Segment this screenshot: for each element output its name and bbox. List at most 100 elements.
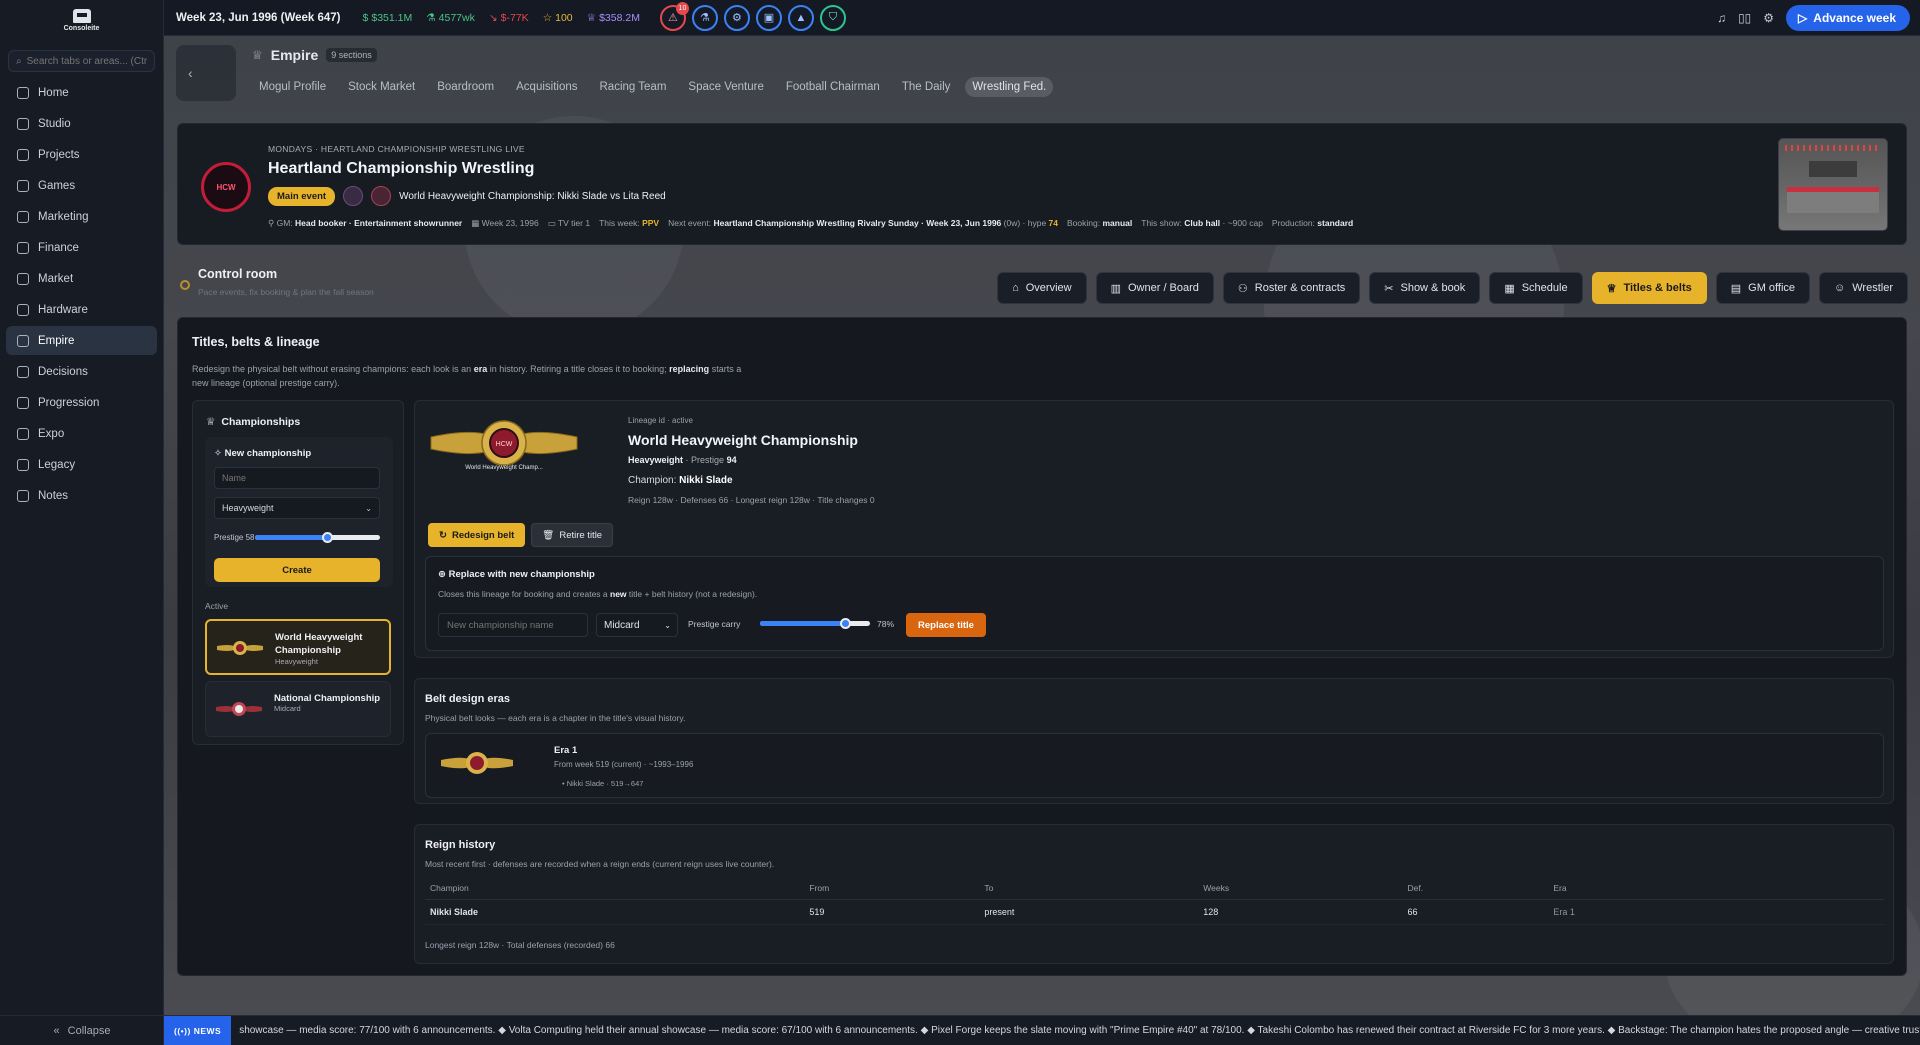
- federation-name: Heartland Championship Wrestling: [268, 160, 535, 177]
- triangle-icon: ▲: [795, 11, 807, 24]
- redesign-belt-button[interactable]: ↻ Redesign belt: [428, 523, 526, 547]
- lineage-id: Lineage id · active: [628, 416, 693, 425]
- control-tab-show-book[interactable]: ✂ Show & book: [1369, 272, 1481, 304]
- tab-the-daily[interactable]: The Daily: [895, 77, 958, 97]
- bank-icon: [17, 241, 29, 254]
- era-card[interactable]: Era 1 From week 519 (current) · ~1993–19…: [425, 733, 1884, 798]
- control-tab-wrestler[interactable]: ☺ Wrestler: [1819, 272, 1908, 304]
- control-tab-overview[interactable]: ⌂ Overview: [997, 272, 1087, 304]
- replace-desc-new: new: [610, 589, 627, 599]
- sidebar-item-studio[interactable]: Studio: [6, 109, 157, 138]
- replace-desc-part: title + belt history (not a redesign).: [628, 589, 758, 599]
- desc-replacing: replacing: [669, 364, 710, 374]
- control-tab-label: Roster & contracts: [1254, 282, 1346, 294]
- sidebar-item-legacy[interactable]: Legacy: [6, 450, 157, 479]
- replace-heading-label: Replace with new championship: [448, 569, 595, 580]
- division-select[interactable]: Heavyweight ⌄: [214, 497, 380, 519]
- arena-lights: [1785, 145, 1881, 151]
- new-championship-name-input[interactable]: [438, 613, 588, 637]
- chevron-down-icon: ⌄: [664, 620, 671, 630]
- sidebar-item-progression[interactable]: Progression: [6, 388, 157, 417]
- desc-part: Redesign the physical belt without erasi…: [192, 364, 472, 374]
- research-alert-button[interactable]: ⚗: [691, 4, 718, 31]
- music-icon[interactable]: ♫: [1717, 11, 1726, 25]
- sidebar-item-notes[interactable]: Notes: [6, 481, 157, 510]
- retire-title-button[interactable]: 🗑 Retire title: [531, 523, 614, 547]
- tab-stock-market[interactable]: Stock Market: [341, 77, 422, 97]
- tab-boardroom[interactable]: Boardroom: [430, 77, 501, 97]
- alert-count-badge: 10: [675, 1, 689, 15]
- control-tab-owner-board[interactable]: ▥ Owner / Board: [1095, 272, 1214, 304]
- tab-space-venture[interactable]: Space Venture: [681, 77, 770, 97]
- wrestling-ring: [1787, 187, 1879, 213]
- folder-icon: [17, 148, 29, 161]
- page-title: Empire: [270, 47, 319, 63]
- news-ticker: ((•)) NEWS showcase — media score: 77/10…: [164, 1015, 1920, 1045]
- sidebar-item-label: Hardware: [38, 303, 88, 316]
- advance-week-button[interactable]: ▷ Advance week: [1786, 5, 1910, 31]
- era-name: Era 1: [554, 745, 578, 756]
- gm-label: GM:: [276, 218, 293, 228]
- championships-heading: ♕ Championships: [206, 416, 300, 428]
- tab-wrestling-fed[interactable]: Wrestling Fed.: [965, 77, 1054, 97]
- settings-alert-button[interactable]: ⚙: [723, 4, 750, 31]
- sidebar-item-games[interactable]: Games: [6, 171, 157, 200]
- box-icon: ▣: [763, 12, 775, 24]
- decisions-alert-button[interactable]: ⚠ 10: [659, 1, 689, 31]
- control-tab-gm-office[interactable]: ▤ GM office: [1715, 272, 1811, 304]
- sidebar-item-projects[interactable]: Projects: [6, 140, 157, 169]
- sidebar-item-marketing[interactable]: Marketing: [6, 202, 157, 231]
- progress-alert-button[interactable]: ▲: [787, 4, 814, 31]
- building-icon: [17, 117, 29, 130]
- shield-icon: ⛉: [828, 11, 838, 23]
- prestige-carry-knob[interactable]: [839, 618, 851, 629]
- tab-football-chairman[interactable]: Football Chairman: [779, 77, 887, 97]
- championship-card[interactable]: World Heavyweight Championship Heavyweigh…: [205, 619, 391, 675]
- championship-card[interactable]: National Championship Midcard: [205, 681, 391, 737]
- tab-acquisitions[interactable]: Acquisitions: [509, 77, 584, 97]
- gear-icon[interactable]: ⚙: [1763, 11, 1774, 25]
- control-room-subtitle: Pace events, fix booking & plan the fall…: [198, 287, 374, 297]
- control-tab-schedule[interactable]: ▦ Schedule: [1489, 272, 1583, 304]
- back-button[interactable]: ‹: [176, 45, 236, 101]
- belt-strap: [246, 645, 263, 651]
- replace-division-select[interactable]: Midcard ⌄: [596, 613, 678, 637]
- tab-mogul-profile[interactable]: Mogul Profile: [252, 77, 333, 97]
- sidebar-item-home[interactable]: Home: [6, 78, 157, 107]
- tab-racing-team[interactable]: Racing Team: [593, 77, 674, 97]
- income-value: 4577wk: [438, 11, 475, 24]
- archive-alert-button[interactable]: ▣: [755, 4, 782, 31]
- sidebar-search[interactable]: ⌕: [8, 50, 155, 72]
- table-cell: 519: [804, 899, 980, 925]
- collapse-button[interactable]: « Collapse: [0, 1015, 164, 1045]
- control-tab-titles-belts[interactable]: ♕ Titles & belts: [1591, 272, 1707, 304]
- new-championship-heading: ✧ New championship: [214, 448, 311, 459]
- play-icon: ▷: [1798, 11, 1808, 25]
- control-tab-label: Owner / Board: [1127, 282, 1199, 294]
- reign-table-header: Champion From To Weeks Def. Era: [425, 883, 1884, 900]
- create-championship-button[interactable]: Create: [214, 558, 380, 582]
- app-logo[interactable]: Consoleite: [0, 0, 163, 40]
- book-icon[interactable]: ▯▯: [1738, 11, 1751, 25]
- replace-title-button[interactable]: Replace title: [906, 613, 986, 637]
- prestige-slider-knob[interactable]: [321, 532, 333, 543]
- control-tab-roster-contracts[interactable]: ⚇ Roster & contracts: [1222, 272, 1361, 304]
- prestige-slider[interactable]: [255, 532, 380, 543]
- booking-info: Booking: manual: [1067, 218, 1132, 229]
- sidebar-item-decisions[interactable]: Decisions: [6, 357, 157, 386]
- search-input[interactable]: [26, 55, 147, 67]
- championships-list-panel: ♕ Championships ✧ New championship Heavy…: [192, 400, 404, 745]
- event-meta: ⚲ GM: Head booker · Entertainment showru…: [268, 218, 1353, 229]
- sidebar-item-finance[interactable]: Finance: [6, 233, 157, 262]
- sidebar-item-expo[interactable]: Expo: [6, 419, 157, 448]
- sidebar-item-hardware[interactable]: Hardware: [6, 295, 157, 324]
- sidebar-item-label: Games: [38, 179, 76, 192]
- sidebar-item-market[interactable]: Market: [6, 264, 157, 293]
- shield-alert-button[interactable]: ⛉: [819, 4, 846, 31]
- show-info: This show: Club hall · ~900 cap: [1141, 218, 1263, 229]
- table-cell: Era 1: [1548, 899, 1884, 925]
- empire-header: ‹ ♕ Empire 9 sections Mogul Profile Stock…: [176, 43, 1176, 109]
- prestige-carry-slider[interactable]: [760, 618, 870, 629]
- championship-name-input[interactable]: [214, 467, 380, 489]
- sidebar-item-empire[interactable]: Empire: [6, 326, 157, 355]
